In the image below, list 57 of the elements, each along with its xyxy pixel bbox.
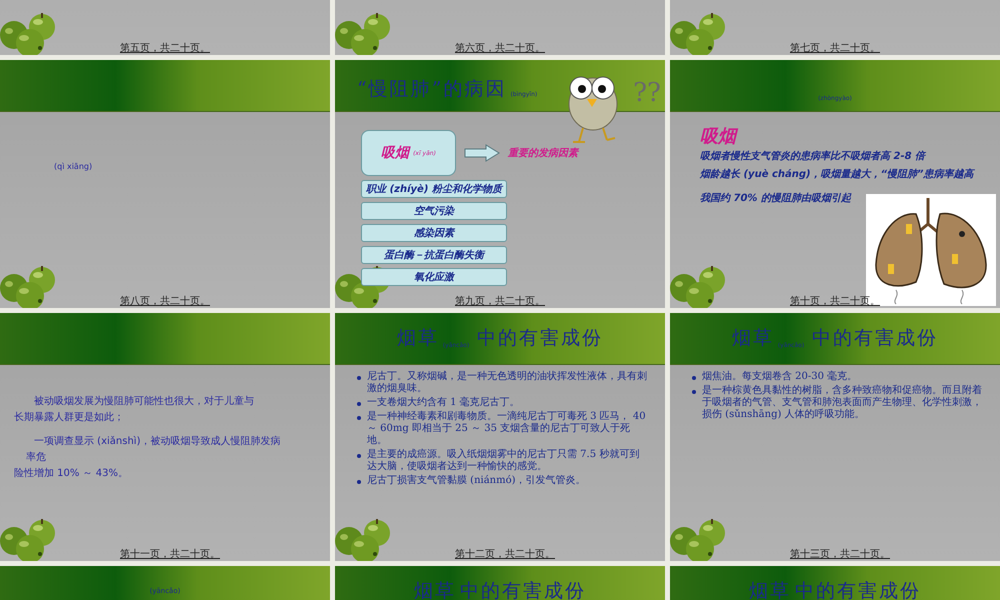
bullet-icon: [692, 376, 696, 380]
page-number: 第七页，共二十页。: [790, 44, 880, 54]
body-text: 是一种棕黄色具黏性的树脂，含多种致癌物和促癌物。而且附着于吸烟者的气管、支气管和肺泡表面而产生物理、化学性刺激，损伤 (sǔnshāng) 人体的呼吸功能。: [702, 385, 982, 421]
question-marks: ??: [633, 80, 661, 106]
body-text: 尼古丁损害支气管黏膜 (niánmó)，引发气管炎。: [367, 475, 586, 487]
bullet-icon: [357, 454, 361, 458]
body-text: 烟龄越长 (yuè cháng)，吸烟量越大，“慢阻肺”患病率越高: [700, 168, 976, 182]
slide-title: 中的有害成份: [795, 579, 921, 600]
bullet-icon: [357, 480, 361, 484]
page-number: 第八页，共二十页。: [120, 297, 210, 307]
slide-title: 烟草: [732, 326, 774, 352]
slide-thumbnail[interactable]: 被动吸烟发展为慢阻肺可能性也很大，对于儿童与 长期暴露人群更是如此； 一项调查显示 (xiǎnshì)，被动吸烟导致成人慢阻肺发病 率危 险性增加 10% ～ 43%。 第十一页，共二十页。: [0, 313, 330, 561]
slide-thumbnail[interactable]: (qì xiāng) 第八页，共二十页。: [0, 60, 330, 308]
body-text: 一项调查显示 (xiǎnshì)，被动吸烟导致成人慢阻肺发病: [33, 435, 282, 449]
cause-box: 氧化应激: [361, 268, 507, 286]
slide-heading: 吸烟: [700, 128, 990, 146]
cause-note: 重要的发病因素: [508, 146, 578, 160]
slide-thumbnail[interactable]: 第七页，共二十页。: [670, 0, 1000, 55]
slide-title: 烟草: [396, 326, 439, 352]
pinyin-label: (qì xiāng): [54, 162, 92, 171]
page-number: 第十二页，共二十页。: [455, 550, 555, 560]
slide-thumbnail[interactable]: [335, 313, 665, 561]
body-text: 一支卷烟大约含有 1 毫克尼古丁。: [367, 397, 520, 409]
page-number: 第九页，共二十页。: [455, 297, 545, 307]
body-text: 被动吸烟发展为慢阻肺可能性也很大，对于儿童与: [33, 395, 255, 409]
body-text: 尼古丁。又称烟碱，是一种无色透明的油状挥发性液体，具有刺激的烟臭味。: [367, 371, 647, 395]
slide-title: 中的有害成份: [477, 326, 604, 352]
slide-title: 烟草: [749, 579, 791, 600]
body-text: 长期暴露人群更是如此；: [14, 411, 125, 425]
slide-thumbnail[interactable]: 第六页，共二十页。: [335, 0, 665, 55]
page-number: 第五页，共二十页。: [120, 44, 210, 54]
cause-label: 吸烟: [381, 144, 410, 162]
bullet-icon: [692, 390, 696, 394]
slide-title: 中的有害成份: [460, 579, 586, 600]
arrow-icon: [464, 144, 500, 162]
body-text: 是主要的成癌源。吸入纸烟烟雾中的尼古丁只需 7.5 秒就可到达大脑，使吸烟者达到一种愉快的感觉。: [367, 449, 640, 473]
bullet-icon: [357, 416, 361, 420]
cause-box: 职业 (zhíyè) 粉尘和化学物质: [361, 180, 507, 198]
bullet-icon: [357, 376, 361, 380]
body-text: 是一种神经毒素和剧毒物质。一滴纯尼古丁可毒死 3 匹马， 40 ～ 60mg 即相当于 25 ～ 35 支烟含量的尼古丁可致人于死地。: [367, 411, 647, 447]
slide-thumbnail[interactable]: 第五页，共二十页。: [0, 0, 330, 55]
slide-title: 中的有害成份: [812, 326, 938, 352]
slide-title: 烟草: [414, 579, 456, 600]
slide-title: “慢阻肺”的病因: [357, 80, 506, 99]
page-number: 第六页，共二十页。: [455, 44, 545, 54]
body-text: 我国约 70% 的慢阻肺由吸烟引起: [700, 192, 852, 206]
body-text: 烟焦油。每支烟卷含 20-30 毫克。: [702, 371, 858, 383]
page-number: 第十三页，共二十页。: [790, 550, 890, 560]
page-number: 第十一页，共二十页。: [120, 550, 220, 560]
body-text: 率危: [25, 451, 47, 465]
page-number: 第十页，共二十页。: [790, 297, 880, 307]
cause-box: 蛋白酶－抗蛋白酶失衡: [361, 246, 507, 264]
body-text: 险性增加 10% ～ 43%。: [14, 467, 129, 481]
bullet-icon: [357, 402, 361, 406]
cause-box: 感染因素: [361, 224, 507, 242]
cause-box: 空气污染: [361, 202, 507, 220]
body-text: 吸烟者慢性支气管炎的患病率比不吸烟者高 2-8 倍: [700, 150, 928, 164]
